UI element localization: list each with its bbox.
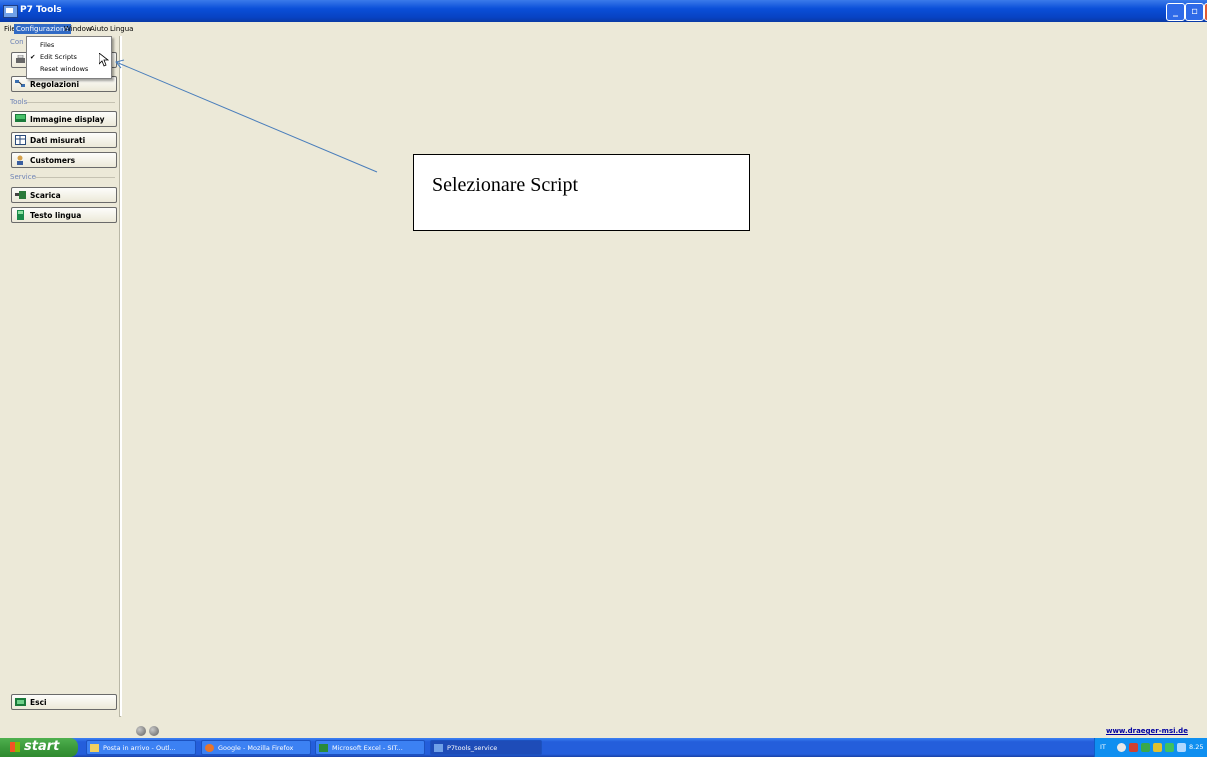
- display-icon: [15, 114, 26, 122]
- sidebar-border: [120, 36, 122, 716]
- section-tools-label: Tools: [10, 98, 28, 106]
- download-icon: [15, 191, 26, 199]
- website-link[interactable]: www.draeger-msi.de: [1106, 727, 1188, 735]
- table-icon: [15, 135, 26, 145]
- p7tools-icon: [434, 744, 443, 752]
- settings-icon: [15, 80, 25, 87]
- maximize-button[interactable]: ▫: [1185, 3, 1204, 21]
- taskbar: start Posta in arrivo - Outl... Google -…: [0, 738, 1207, 757]
- app-icon: [3, 5, 18, 18]
- dati-misurati-button[interactable]: Dati misurati: [11, 132, 117, 148]
- menu-item-files[interactable]: Files: [27, 40, 111, 51]
- volume-icon[interactable]: [1165, 743, 1174, 752]
- section-service-label: Service: [10, 173, 36, 181]
- status-led-icon: [149, 726, 159, 736]
- esci-button[interactable]: Esci: [11, 694, 117, 710]
- annotation-callout: Selezionare Script: [413, 154, 750, 231]
- taskbar-item-firefox[interactable]: Google - Mozilla Firefox: [201, 740, 311, 755]
- annotation-arrow: [115, 59, 378, 173]
- windows-logo-icon: [10, 742, 20, 752]
- section-config-label: Con: [10, 38, 24, 46]
- customers-icon: [17, 155, 23, 165]
- title-bar: P7 Tools _ ▫: [0, 0, 1207, 22]
- sidebar: Con Regolazioni Tools Immagine display D…: [7, 36, 121, 717]
- clock: 8.25: [1189, 743, 1204, 751]
- taskbar-item-p7tools[interactable]: P7tools_service: [430, 740, 542, 755]
- customers-button[interactable]: Customers: [11, 152, 117, 168]
- excel-icon: [319, 744, 328, 752]
- taskbar-item-outlook[interactable]: Posta in arrivo - Outl...: [86, 740, 196, 755]
- status-indicators: [136, 726, 162, 738]
- start-button[interactable]: start: [0, 738, 78, 757]
- window-title: P7 Tools: [20, 5, 62, 15]
- menu-bar: File Configurazione Window Aiuto Lingua: [0, 22, 1207, 35]
- printer-icon: [16, 55, 25, 63]
- divider: [35, 177, 115, 178]
- network-icon[interactable]: [1117, 743, 1126, 752]
- mouse-cursor-icon: [99, 53, 109, 67]
- system-tray: IT 8.25: [1094, 738, 1207, 757]
- testo-lingua-button[interactable]: Testo lingua: [11, 207, 117, 223]
- menu-aiuto[interactable]: Aiuto: [88, 24, 110, 34]
- tray-app-icon[interactable]: [1141, 743, 1150, 752]
- menu-lingua[interactable]: Lingua: [108, 24, 135, 34]
- annotation-text: Selezionare Script: [432, 174, 579, 196]
- immagine-display-button[interactable]: Immagine display: [11, 111, 117, 127]
- exit-icon: [15, 698, 26, 706]
- minimize-button[interactable]: _: [1166, 3, 1185, 21]
- scarica-button[interactable]: Scarica: [11, 187, 117, 203]
- tray-app-icon[interactable]: [1153, 743, 1162, 752]
- antivirus-icon[interactable]: [1129, 743, 1138, 752]
- firefox-icon: [205, 744, 214, 752]
- divider: [27, 102, 115, 103]
- mail-icon: [90, 744, 99, 752]
- language-icon: [17, 210, 24, 220]
- status-led-icon: [136, 726, 146, 736]
- tray-app-icon[interactable]: [1177, 743, 1186, 752]
- taskbar-item-excel[interactable]: Microsoft Excel - SIT...: [315, 740, 425, 755]
- checkmark-icon: ✔: [30, 53, 36, 61]
- language-indicator[interactable]: IT: [1100, 743, 1106, 751]
